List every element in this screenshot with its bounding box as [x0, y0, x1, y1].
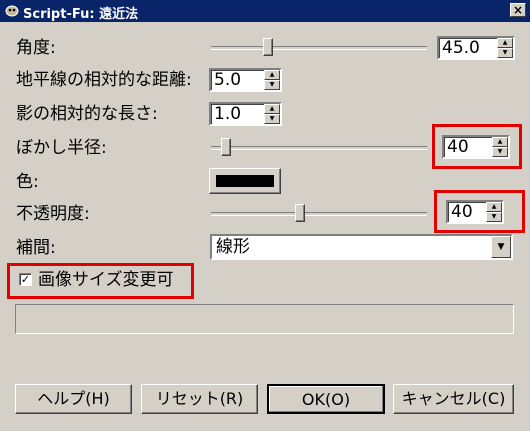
window-title: Script-Fu: 遠近法	[23, 7, 139, 22]
horizon-decrement-button[interactable]: ▼	[264, 80, 280, 90]
angle-increment-button[interactable]: ▲	[497, 38, 513, 48]
title-bar: Script-Fu: 遠近法 ×	[0, 0, 530, 22]
progress-bar	[15, 304, 514, 334]
shadow-length-spinbutton[interactable]: 1.0 ▲ ▼	[209, 102, 282, 126]
blur-radius-highlight	[432, 124, 522, 169]
resize-highlight	[7, 263, 194, 299]
color-label: 色:	[16, 172, 39, 192]
opacity-label: 不透明度:	[16, 204, 90, 224]
angle-slider-thumb[interactable]	[263, 38, 273, 56]
gimp-icon	[5, 5, 19, 17]
angle-value[interactable]: 45.0	[442, 39, 480, 58]
interpolation-value: 線形	[216, 237, 250, 257]
interpolation-label: 補間:	[16, 238, 56, 258]
color-button[interactable]	[209, 168, 281, 194]
blur-radius-slider-track[interactable]	[211, 146, 427, 150]
horizon-value[interactable]: 5.0	[214, 71, 241, 90]
shadow-length-value[interactable]: 1.0	[214, 105, 241, 124]
reset-button[interactable]: リセット(R)	[141, 384, 258, 414]
horizon-increment-button[interactable]: ▲	[264, 70, 280, 80]
blur-radius-label: ぼかし半径:	[16, 138, 107, 158]
blur-radius-slider-thumb[interactable]	[221, 138, 231, 156]
opacity-slider-track[interactable]	[211, 212, 427, 216]
close-button[interactable]: ×	[510, 3, 526, 17]
help-button[interactable]: ヘルプ(H)	[15, 384, 132, 414]
shadow-length-increment-button[interactable]: ▲	[264, 104, 280, 114]
color-swatch	[216, 175, 274, 187]
cancel-button[interactable]: キャンセル(C)	[393, 384, 514, 414]
shadow-length-label: 影の相対的な長さ:	[16, 104, 158, 124]
chevron-down-icon[interactable]: ▼	[491, 236, 511, 258]
opacity-slider-thumb[interactable]	[295, 204, 305, 222]
angle-decrement-button[interactable]: ▼	[497, 48, 513, 58]
shadow-length-decrement-button[interactable]: ▼	[264, 114, 280, 124]
horizon-label: 地平線の相対的な距離:	[16, 70, 192, 90]
interpolation-combobox[interactable]: 線形 ▼	[210, 234, 513, 260]
angle-spinbutton[interactable]: 45.0 ▲ ▼	[437, 36, 515, 60]
ok-button[interactable]: OK(O)	[267, 384, 385, 414]
opacity-highlight	[434, 190, 525, 233]
angle-label: 角度:	[16, 38, 56, 58]
horizon-spinbutton[interactable]: 5.0 ▲ ▼	[209, 68, 282, 92]
angle-slider-track[interactable]	[211, 46, 427, 50]
